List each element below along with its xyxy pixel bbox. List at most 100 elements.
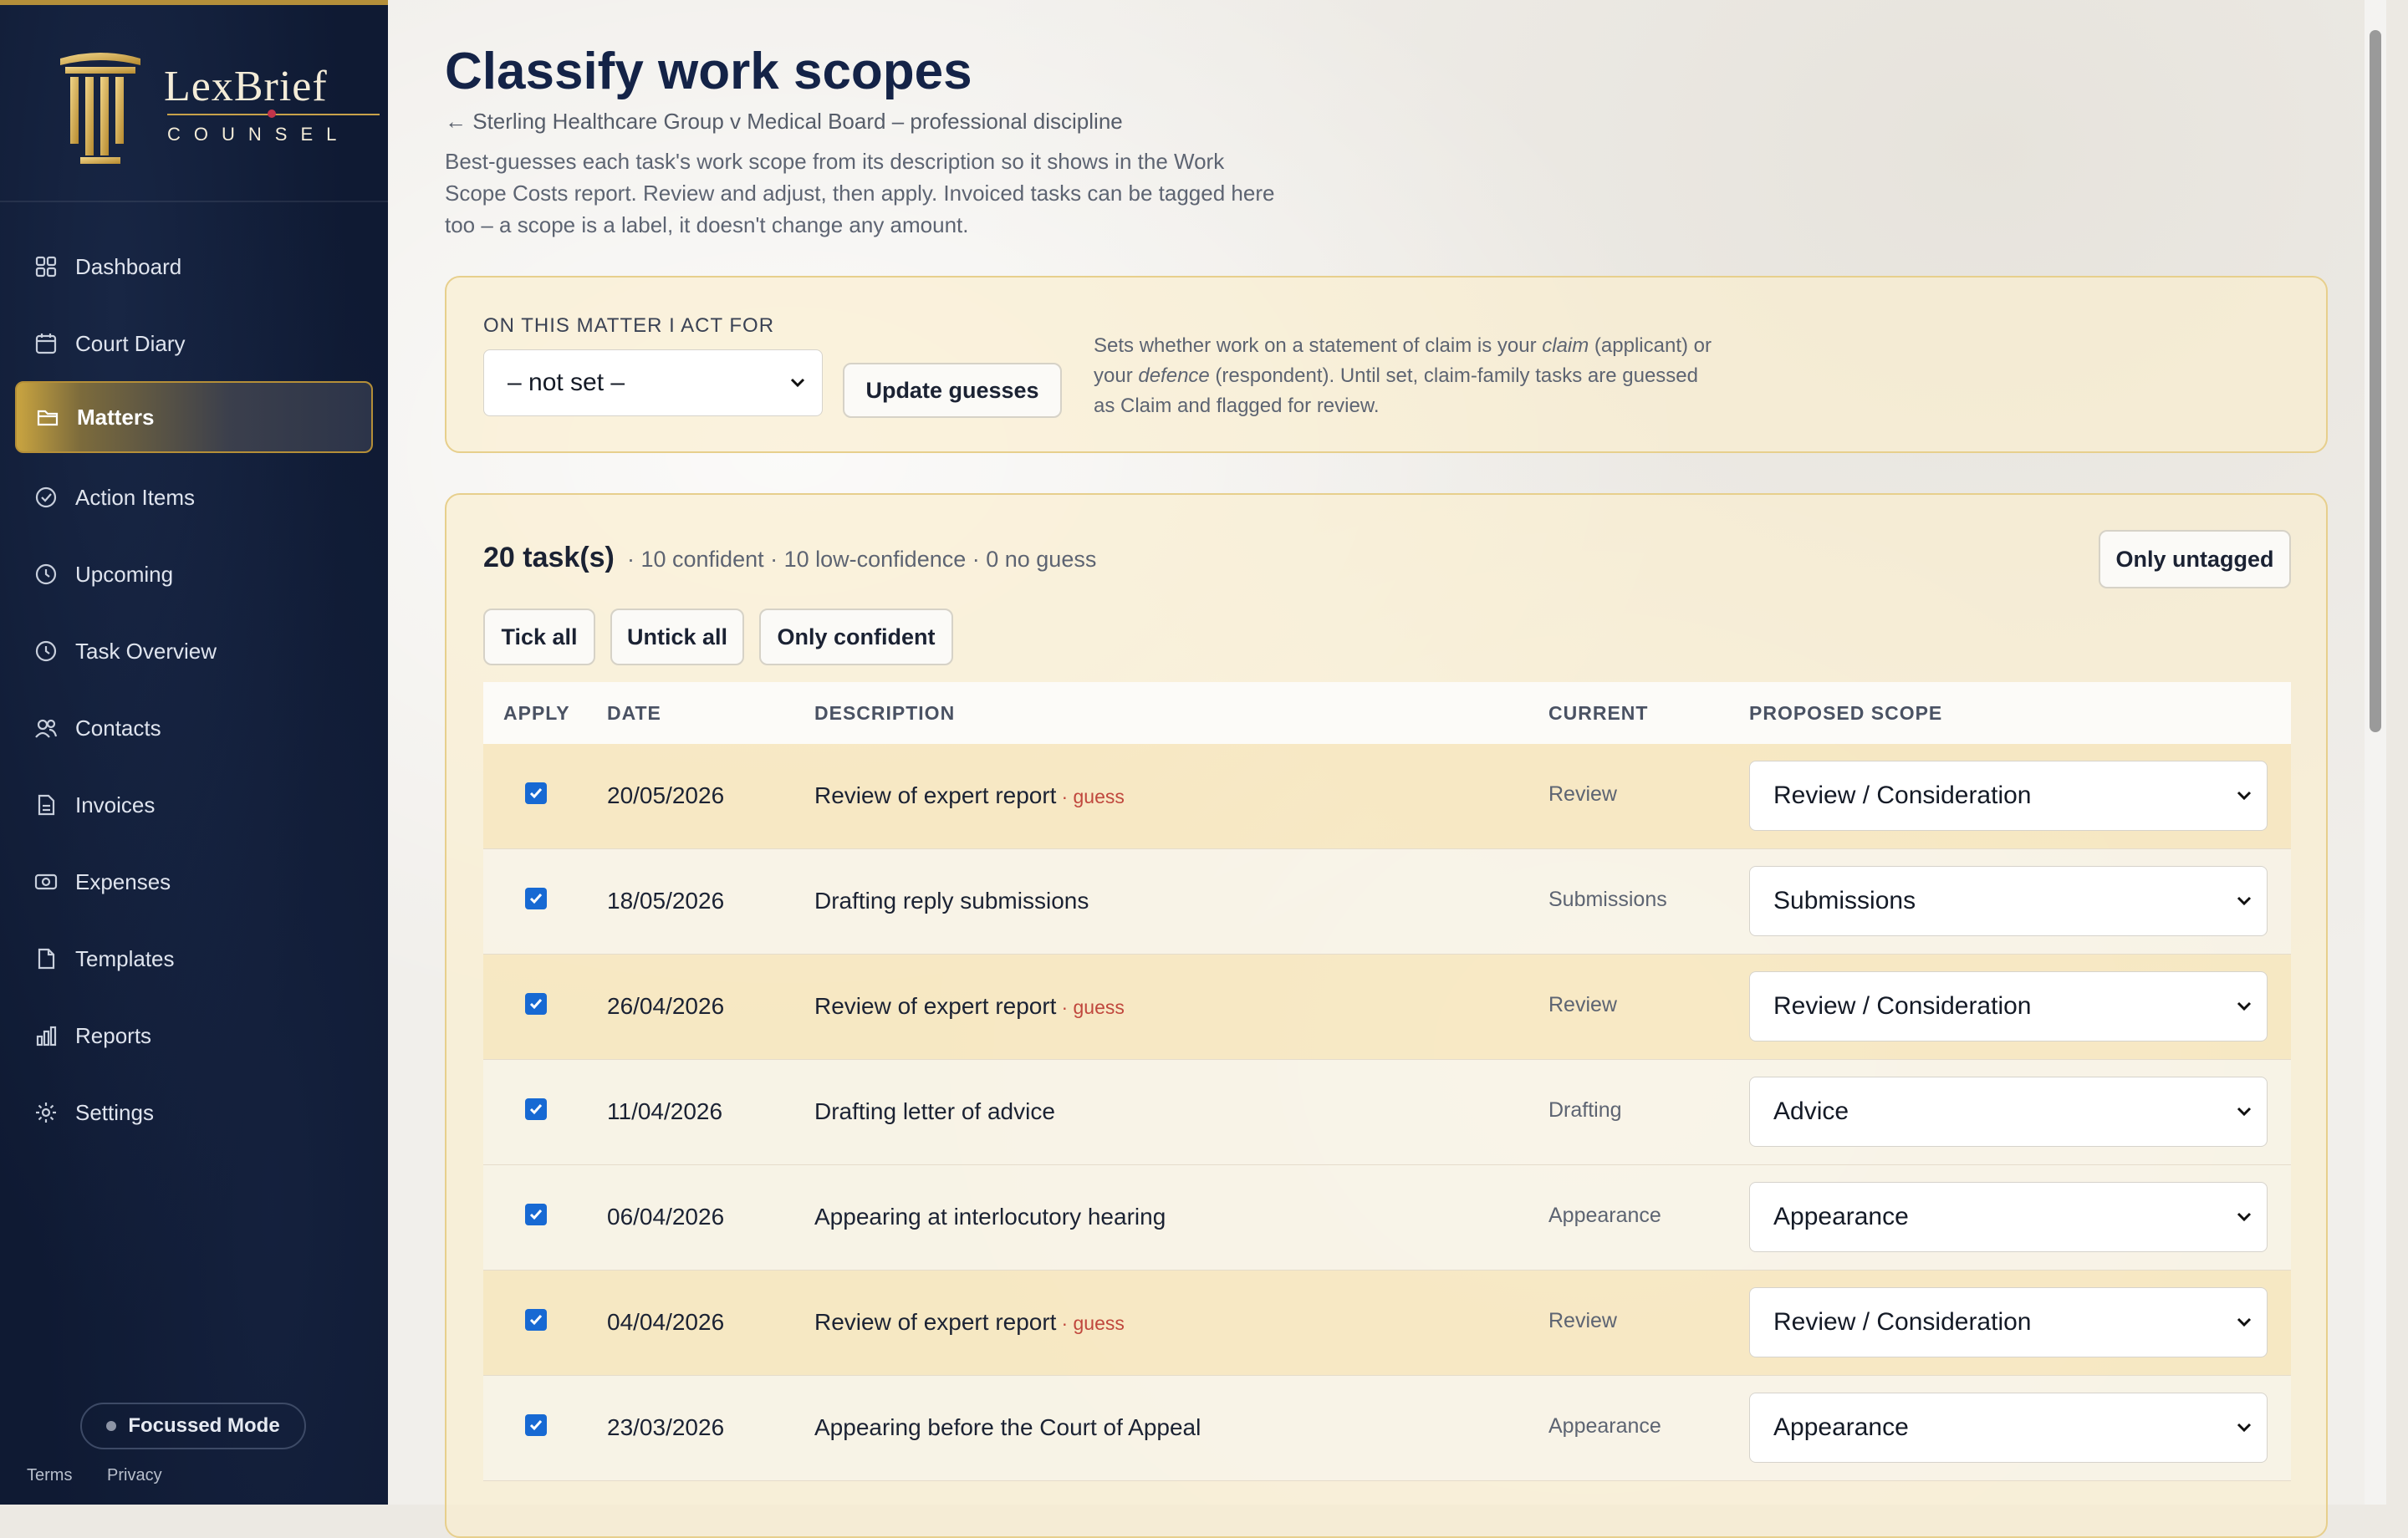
sidebar-item-task-overview[interactable]: Task Overview — [15, 615, 373, 687]
sidebar-item-dashboard[interactable]: Dashboard — [15, 231, 373, 303]
proposed-scope-value: Appearance — [1773, 1203, 1909, 1230]
apply-checkbox[interactable] — [525, 993, 547, 1015]
main-content: Classify work scopes ← Sterling Healthca… — [388, 0, 2386, 1538]
current-scope: Review — [1548, 1309, 1617, 1332]
scrollbar[interactable] — [2365, 0, 2386, 1505]
only-untagged-button[interactable]: Only untagged — [2099, 530, 2291, 588]
focussed-mode-label: Focussed Mode — [128, 1414, 280, 1437]
proposed-scope-select[interactable]: Appearance — [1749, 1182, 2268, 1252]
apply-checkbox[interactable] — [525, 1414, 547, 1436]
current-scope: Submissions — [1548, 888, 1667, 911]
only-confident-button[interactable]: Only confident — [759, 609, 953, 665]
checkmark-icon — [529, 1104, 543, 1115]
proposed-scope-select[interactable]: Advice — [1749, 1077, 2268, 1147]
chevron-down-icon — [2237, 896, 2252, 906]
header-proposed-scope[interactable]: PROPOSED SCOPE — [1749, 702, 1942, 725]
task-description-text: Drafting reply submissions — [814, 888, 1089, 914]
proposed-scope-value: Review / Consideration — [1773, 992, 2032, 1020]
apply-checkbox[interactable] — [525, 1098, 547, 1120]
current-scope: Review — [1548, 782, 1617, 806]
update-guesses-button[interactable]: Update guesses — [843, 363, 1062, 418]
proposed-scope-select[interactable]: Appearance — [1749, 1393, 2268, 1463]
guess-tag: · guess — [1061, 786, 1125, 807]
checkmark-icon — [529, 1210, 543, 1220]
apply-checkbox[interactable] — [525, 1309, 547, 1331]
apply-checkbox[interactable] — [525, 1204, 547, 1225]
sidebar-item-label: Templates — [75, 945, 175, 971]
proposed-scope-select[interactable]: Review / Consideration — [1749, 1287, 2268, 1357]
header-description[interactable]: DESCRIPTION — [814, 702, 955, 725]
proposed-scope-select[interactable]: Submissions — [1749, 866, 2268, 936]
task-description: Drafting letter of advice — [814, 1098, 1055, 1125]
proposed-scope-select[interactable]: Review / Consideration — [1749, 971, 2268, 1041]
sidebar-item-label: Invoices — [75, 792, 156, 817]
task-date: 18/05/2026 — [607, 888, 725, 914]
gear-icon — [33, 1100, 59, 1125]
tick-all-button[interactable]: Tick all — [483, 609, 595, 665]
sidebar-item-upcoming[interactable]: Upcoming — [15, 538, 373, 610]
clock-icon — [33, 639, 59, 664]
status-dot — [106, 1421, 117, 1431]
task-date: 11/04/2026 — [607, 1098, 723, 1124]
apply-checkbox[interactable] — [525, 888, 547, 909]
table-row: 26/04/2026 Review of expert report · guess… — [483, 955, 2291, 1060]
sidebar-item-invoices[interactable]: Invoices — [15, 769, 373, 841]
guess-tag: · guess — [1061, 996, 1125, 1018]
checkmark-icon — [529, 788, 543, 799]
sidebar-item-label: Matters — [77, 404, 155, 430]
task-description: Appearing before the Court of Appeal — [814, 1414, 1201, 1441]
table-row: 20/05/2026 Review of expert report · guess… — [483, 744, 2291, 849]
apply-checkbox[interactable] — [525, 782, 547, 804]
task-date: 06/04/2026 — [607, 1204, 725, 1230]
footer-links: Terms Privacy — [27, 1466, 192, 1485]
sidebar-item-matters[interactable]: Matters — [15, 381, 373, 453]
header-current[interactable]: CURRENT — [1548, 702, 1648, 725]
sidebar-item-court-diary[interactable]: Court Diary — [15, 308, 373, 379]
sidebar-item-label: Settings — [75, 1099, 154, 1125]
proposed-scope-value: Submissions — [1773, 887, 1916, 914]
sidebar-item-label: Upcoming — [75, 561, 174, 587]
document-icon — [33, 792, 59, 817]
table-row: 11/04/2026 Drafting letter of advice Draft… — [483, 1060, 2291, 1165]
grid-icon — [33, 254, 59, 279]
sidebar-item-settings[interactable]: Settings — [15, 1077, 373, 1148]
proposed-scope-select[interactable]: Review / Consideration — [1749, 761, 2268, 831]
intro-text: Best-guesses each task's work scope from… — [445, 149, 1275, 237]
bar-chart-icon — [33, 1023, 59, 1048]
task-description-text: Review of expert report — [814, 782, 1057, 808]
chevron-down-icon — [2237, 1212, 2252, 1222]
act-for-card: ON THIS MATTER I ACT FOR – not set – Upd… — [445, 276, 2328, 453]
brand-subtitle: COUNSEL — [167, 124, 350, 145]
sidebar-item-expenses[interactable]: Expenses — [15, 846, 373, 918]
back-to-matter-link[interactable]: ← Sterling Healthcare Group v Medical Bo… — [445, 109, 1123, 135]
scrollbar-thumb[interactable] — [2370, 30, 2381, 732]
cash-icon — [33, 869, 59, 894]
header-date[interactable]: DATE — [607, 702, 661, 725]
calendar-icon — [33, 331, 59, 356]
header-apply: APPLY — [503, 702, 570, 724]
act-for-select[interactable]: – not set – — [483, 349, 823, 416]
sidebar-item-reports[interactable]: Reports — [15, 1000, 373, 1072]
focussed-mode-button[interactable]: Focussed Mode — [80, 1403, 306, 1449]
checkmark-icon — [529, 1420, 543, 1431]
sidebar-item-contacts[interactable]: Contacts — [15, 692, 373, 764]
sidebar-item-label: Task Overview — [75, 638, 217, 664]
guess-tag: · guess — [1061, 1312, 1125, 1334]
chevron-down-icon — [2237, 1001, 2252, 1011]
sidebar-item-label: Court Diary — [75, 330, 186, 356]
pillar-logo-icon — [60, 53, 140, 164]
task-description: Drafting reply submissions — [814, 888, 1089, 914]
sidebar-item-templates[interactable]: Templates — [15, 923, 373, 995]
terms-link[interactable]: Terms — [27, 1466, 72, 1485]
brand-dot — [268, 109, 276, 118]
sidebar: LexBrief COUNSEL Dashboard Court Diary M… — [0, 0, 388, 1505]
sidebar-item-action-items[interactable]: Action Items — [15, 461, 373, 533]
chevron-down-icon — [2237, 1423, 2252, 1433]
privacy-link[interactable]: Privacy — [107, 1466, 162, 1485]
current-scope: Review — [1548, 993, 1617, 1016]
brand-logo[interactable]: LexBrief COUNSEL — [55, 43, 380, 169]
untick-all-button[interactable]: Untick all — [610, 609, 744, 665]
sidebar-item-label: Contacts — [75, 715, 161, 741]
checkmark-icon — [529, 999, 543, 1010]
proposed-scope-value: Appearance — [1773, 1413, 1909, 1441]
